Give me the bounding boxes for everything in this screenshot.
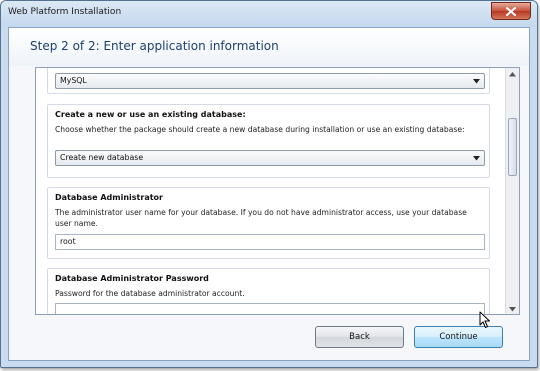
chevron-down-icon <box>473 79 480 84</box>
scroll-up-arrow-icon[interactable] <box>509 72 516 77</box>
close-button[interactable] <box>491 2 531 20</box>
db-admin-description: The administrator user name for your dat… <box>55 208 467 228</box>
db-type-group: MySQL <box>47 68 490 94</box>
window-title: Web Platform Installation <box>8 7 122 17</box>
db-admin-title: Database Administrator <box>55 193 163 202</box>
step-title: Step 2 of 2: Enter application informati… <box>30 39 279 53</box>
db-type-value: MySQL <box>60 76 87 85</box>
db-admin-password-group: Database Administrator Password Password… <box>47 268 490 314</box>
db-admin-password-description: Password for the database administrator … <box>55 289 245 298</box>
db-admin-input[interactable]: root <box>55 234 485 250</box>
scrollbar-thumb[interactable] <box>508 118 517 176</box>
dialog-client-area: Step 2 of 2: Enter application informati… <box>8 27 530 361</box>
form-content: MySQL Create a new or use an existing da… <box>36 68 506 314</box>
form-scroll-panel[interactable]: MySQL Create a new or use an existing da… <box>35 67 520 315</box>
close-icon <box>506 6 516 16</box>
back-button[interactable]: Back <box>315 326 404 348</box>
mouse-pointer-icon <box>479 311 490 328</box>
create-db-group: Create a new or use an existing database… <box>47 104 490 178</box>
chevron-down-icon <box>473 156 480 161</box>
db-admin-password-input[interactable] <box>55 303 485 314</box>
create-db-title: Create a new or use an existing database… <box>55 110 246 119</box>
step-header: Step 2 of 2: Enter application informati… <box>9 28 529 66</box>
installer-window: Web Platform Installation Step 2 of 2: E… <box>0 0 538 368</box>
db-admin-value: root <box>60 237 76 246</box>
create-db-value: Create new database <box>60 153 144 162</box>
create-db-select[interactable]: Create new database <box>55 150 485 166</box>
db-admin-password-title: Database Administrator Password <box>55 274 209 283</box>
continue-button[interactable]: Continue <box>414 326 503 348</box>
db-type-select[interactable]: MySQL <box>55 73 485 89</box>
vertical-scrollbar[interactable] <box>505 68 519 314</box>
create-db-description: Choose whether the package should create… <box>55 125 465 134</box>
db-admin-group: Database Administrator The administrator… <box>47 187 490 259</box>
title-bar: Web Platform Installation <box>1 1 537 27</box>
scroll-down-arrow-icon[interactable] <box>509 307 516 312</box>
